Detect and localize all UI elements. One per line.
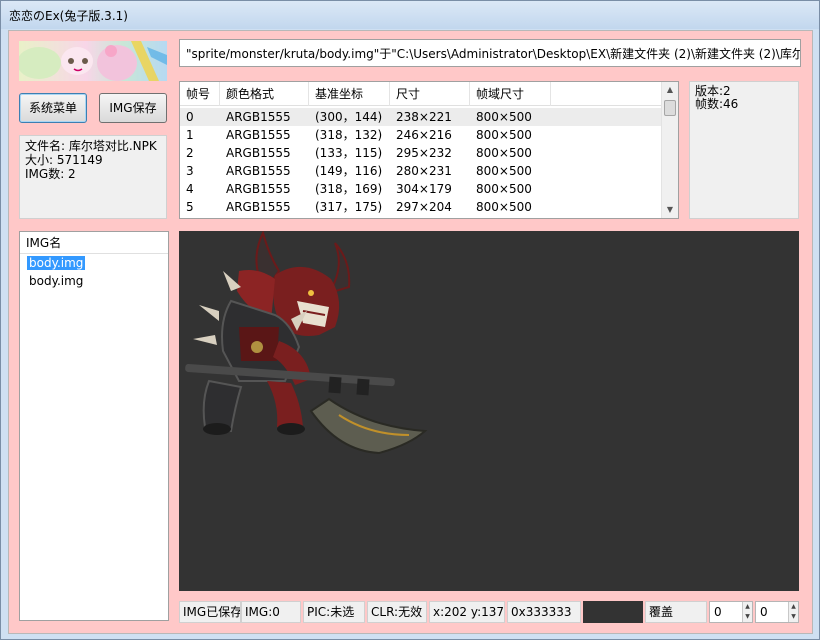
scroll-down-icon[interactable]: ▼ — [662, 202, 678, 218]
scroll-up-icon[interactable]: ▲ — [662, 82, 678, 98]
spinner-arrows-icon[interactable]: ▲ ▼ — [788, 602, 798, 622]
cell-frame-area-size: 800×500 — [476, 110, 532, 124]
list-item-label: body.img — [27, 256, 86, 270]
column-header-size[interactable]: 尺寸 — [390, 82, 470, 106]
frame-count-text: 帧数:46 — [695, 97, 739, 111]
cell-size: 297×204 — [396, 200, 452, 214]
cell-color-format: ARGB1555 — [226, 128, 291, 142]
table-row[interactable]: 4 ARGB1555 (318，169) 304×179 800×500 — [180, 180, 662, 198]
cell-frame-number: 4 — [186, 182, 194, 196]
logo-art-icon — [19, 41, 167, 81]
img-count-text: IMG数: 2 — [25, 167, 76, 181]
cell-base-coords: (317，175) — [315, 200, 383, 214]
cell-base-coords: (133，115) — [315, 146, 383, 160]
status-coords: x:202 y:137 — [429, 601, 505, 623]
file-name-text: 文件名: 库尔塔对比.NPK — [25, 139, 157, 153]
status-pic: PIC:未选 — [303, 601, 365, 623]
cell-frame-number: 5 — [186, 200, 194, 214]
cell-size: 280×231 — [396, 164, 452, 178]
table-row[interactable]: 0 ARGB1555 (300，144) 238×221 800×500 — [180, 108, 662, 126]
title-bar[interactable]: 恋恋のEx(兔子版.3.1) — [1, 1, 819, 29]
version-info-panel: 版本:2 帧数:46 — [689, 81, 799, 219]
list-item[interactable]: body.img — [20, 272, 168, 290]
cell-size: 295×232 — [396, 146, 452, 160]
cell-color-format: ARGB1555 — [226, 146, 291, 160]
table-row[interactable]: 2 ARGB1555 (133，115) 295×232 800×500 — [180, 144, 662, 162]
cell-frame-number: 3 — [186, 164, 194, 178]
frame-table[interactable]: 帧号 颜色格式 基准坐标 尺寸 帧域尺寸 0 ARGB1555 (300，144… — [179, 81, 679, 219]
img-list[interactable]: IMG名 body.img body.img — [19, 231, 169, 621]
cell-color-format: ARGB1555 — [226, 164, 291, 178]
frame-table-header: 帧号 颜色格式 基准坐标 尺寸 帧域尺寸 — [180, 82, 662, 106]
list-item[interactable]: body.img — [20, 254, 168, 272]
scroll-thumb[interactable] — [664, 100, 676, 116]
spinner-one-value: 0 — [714, 605, 722, 619]
cell-color-format: ARGB1555 — [226, 182, 291, 196]
list-item-label: body.img — [29, 274, 84, 288]
window-title: 恋恋のEx(兔子版.3.1) — [9, 9, 128, 23]
cell-size: 238×221 — [396, 110, 452, 124]
cell-color-format: ARGB1555 — [226, 200, 291, 214]
spinner-arrows-icon[interactable]: ▲ ▼ — [742, 602, 752, 622]
cell-frame-area-size: 800×500 — [476, 182, 532, 196]
img-list-header[interactable]: IMG名 — [20, 232, 168, 254]
overlay-label[interactable]: 覆盖 — [645, 601, 707, 623]
app-window: 恋恋のEx(兔子版.3.1) "sprite/monster/kruta/bod… — [0, 0, 820, 640]
column-header-base-coords[interactable]: 基准坐标 — [309, 82, 390, 106]
status-img-index: IMG:0 — [241, 601, 301, 623]
system-menu-button[interactable]: 系统菜单 — [19, 93, 87, 123]
cell-frame-number: 2 — [186, 146, 194, 160]
cell-size: 304×179 — [396, 182, 452, 196]
cell-base-coords: (318，132) — [315, 128, 383, 142]
cell-frame-area-size: 800×500 — [476, 128, 532, 142]
cell-size: 246×216 — [396, 128, 452, 142]
spinner-two-value: 0 — [760, 605, 768, 619]
cell-color-format: ARGB1555 — [226, 110, 291, 124]
file-size-text: 大小: 571149 — [25, 153, 103, 167]
cell-frame-area-size: 800×500 — [476, 146, 532, 160]
status-clr: CLR:无效 — [367, 601, 427, 623]
file-info-panel: 文件名: 库尔塔对比.NPK 大小: 571149 IMG数: 2 — [19, 135, 167, 219]
column-header-frame-number[interactable]: 帧号 — [180, 82, 220, 106]
cell-base-coords: (300，144) — [315, 110, 383, 124]
table-row[interactable]: 5 ARGB1555 (317，175) 297×204 800×500 — [180, 198, 662, 216]
cell-frame-area-size: 800×500 — [476, 164, 532, 178]
path-display: "sprite/monster/kruta/body.img"于"C:\User… — [179, 39, 801, 67]
anime-logo-image — [19, 41, 167, 81]
table-row[interactable]: 3 ARGB1555 (149，116) 280×231 800×500 — [180, 162, 662, 180]
cell-frame-area-size: 800×500 — [476, 200, 532, 214]
table-row[interactable]: 1 ARGB1555 (318，132) 246×216 800×500 — [180, 126, 662, 144]
spinner-one[interactable]: 0 ▲ ▼ — [709, 601, 753, 623]
spinner-two[interactable]: 0 ▲ ▼ — [755, 601, 799, 623]
status-bar: IMG已保存 IMG:0 PIC:未选 CLR:无效 x:202 y:137 0… — [179, 601, 799, 623]
demon-monster-sprite-icon — [185, 231, 428, 455]
cell-base-coords: (149，116) — [315, 164, 383, 178]
column-header-color-format[interactable]: 颜色格式 — [220, 82, 309, 106]
color-swatch — [583, 601, 643, 623]
img-save-button[interactable]: IMG保存 — [99, 93, 167, 123]
column-header-frame-area-size[interactable]: 帧域尺寸 — [470, 82, 551, 106]
sprite-preview-canvas[interactable] — [179, 231, 799, 591]
status-color-hex: 0x333333 — [507, 601, 581, 623]
cell-base-coords: (318，169) — [315, 182, 383, 196]
frame-table-scrollbar[interactable]: ▲ ▼ — [661, 82, 678, 218]
client-area: "sprite/monster/kruta/body.img"于"C:\User… — [8, 30, 813, 634]
status-saved: IMG已保存 — [179, 601, 241, 623]
cell-frame-number: 0 — [186, 110, 194, 124]
cell-frame-number: 1 — [186, 128, 194, 142]
